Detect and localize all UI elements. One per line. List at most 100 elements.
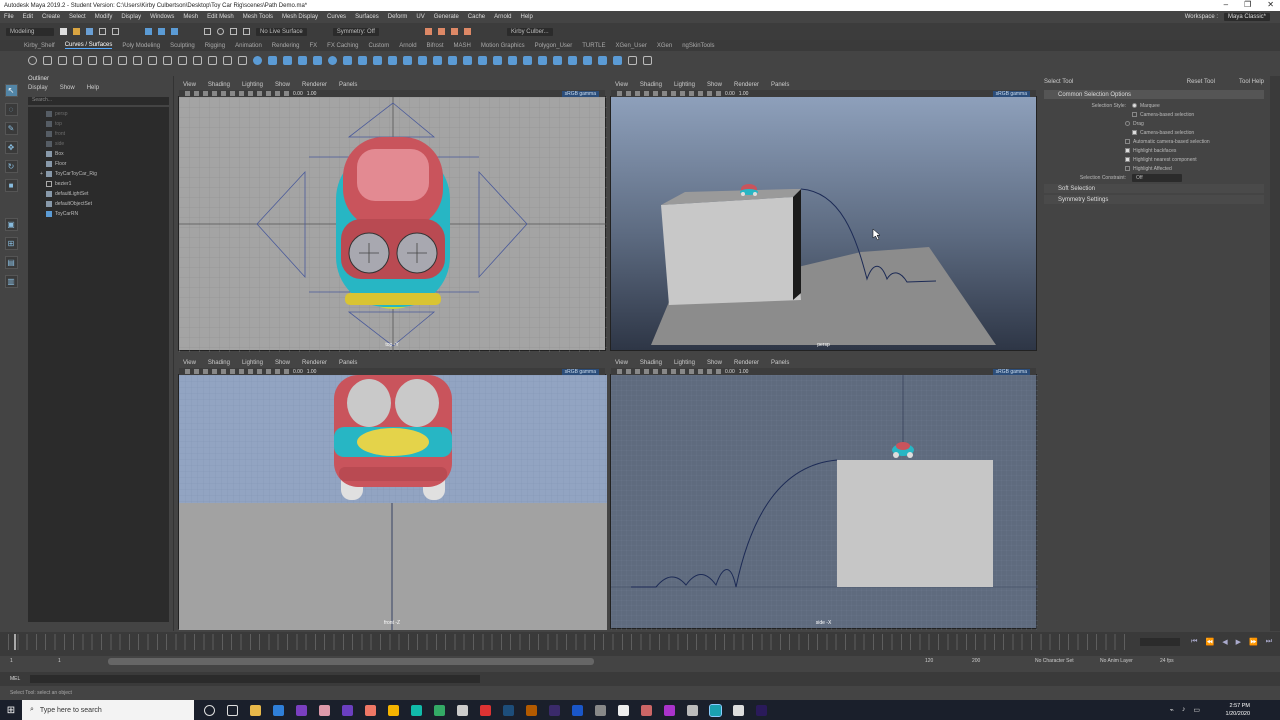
textured-icon[interactable] xyxy=(257,369,262,374)
vp-menu-view[interactable]: View xyxy=(615,82,628,90)
save-scene-icon[interactable] xyxy=(86,28,93,35)
rebuild-curve-icon[interactable] xyxy=(208,55,217,65)
square-surface-icon[interactable] xyxy=(448,55,457,65)
vp-menu-view[interactable]: View xyxy=(615,360,628,368)
snap-point-icon[interactable] xyxy=(230,28,237,35)
outliner-menu-help[interactable]: Help xyxy=(87,85,99,95)
xray-icon[interactable] xyxy=(716,91,721,96)
viewport-persp[interactable]: View Shading Lighting Show Renderer Pane… xyxy=(610,82,1037,351)
tool-help-button[interactable]: Tool Help xyxy=(1239,79,1264,85)
current-time-indicator[interactable] xyxy=(14,634,16,650)
ep-curve-icon[interactable] xyxy=(73,55,82,65)
wireframe-icon[interactable] xyxy=(671,369,676,374)
select-tool-icon[interactable]: ↖ xyxy=(4,84,18,97)
image-plane-icon[interactable] xyxy=(635,91,640,96)
outliner-search-input[interactable]: Search... xyxy=(28,97,169,105)
fps-dropdown[interactable]: 24 fps xyxy=(1160,658,1174,664)
app-icon[interactable] xyxy=(296,704,307,716)
vp-menu-renderer[interactable]: Renderer xyxy=(302,360,327,368)
shadows-icon[interactable] xyxy=(707,91,712,96)
resolution-gate-icon[interactable] xyxy=(230,91,235,96)
taskbar-search[interactable]: ⌕ Type here to search xyxy=(22,700,194,720)
shelf-tab-poly-modeling[interactable]: Poly Modeling xyxy=(122,43,160,49)
image-plane-icon[interactable] xyxy=(203,369,208,374)
snap-grid-icon[interactable] xyxy=(204,28,211,35)
app-icon[interactable] xyxy=(457,704,468,716)
loft-icon[interactable] xyxy=(358,55,367,65)
smooth-shade-icon[interactable] xyxy=(680,369,685,374)
step-forward-icon[interactable]: ⏩ xyxy=(1249,638,1258,646)
vp-menu-panels[interactable]: Panels xyxy=(771,82,789,90)
select-component-icon[interactable] xyxy=(171,28,178,35)
menu-edit-mesh[interactable]: Edit Mesh xyxy=(207,14,234,20)
image-plane-icon[interactable] xyxy=(203,91,208,96)
start-frame-field[interactable]: 1 xyxy=(10,658,13,664)
vp-menu-lighting[interactable]: Lighting xyxy=(242,82,263,90)
duplicate-curve-icon[interactable] xyxy=(643,55,652,65)
vp-menu-shading[interactable]: Shading xyxy=(208,82,230,90)
vp-menu-renderer[interactable]: Renderer xyxy=(734,360,759,368)
project-curve-icon[interactable] xyxy=(493,55,502,65)
revolve-icon[interactable] xyxy=(343,55,352,65)
nurbs-cone-icon[interactable] xyxy=(298,55,307,65)
app-icon[interactable] xyxy=(687,704,698,716)
image-plane-icon[interactable] xyxy=(635,369,640,374)
lights-icon[interactable] xyxy=(698,369,703,374)
nurbs-circle-icon[interactable] xyxy=(28,55,37,65)
minimize-button[interactable]: – xyxy=(1224,0,1228,9)
smooth-shade-icon[interactable] xyxy=(248,91,253,96)
app-icon[interactable] xyxy=(480,704,491,716)
wireframe-icon[interactable] xyxy=(239,369,244,374)
go-to-start-icon[interactable]: ⏮ xyxy=(1191,638,1197,646)
notification-icon[interactable]: ▭ xyxy=(1193,706,1200,714)
outliner-item-toycar-rig[interactable]: + ToyCarToyCar_Rig xyxy=(28,169,169,179)
shelf-tab-turtle[interactable]: TURTLE xyxy=(582,43,605,49)
xray-icon[interactable] xyxy=(716,369,721,374)
current-frame-field[interactable] xyxy=(1140,638,1180,646)
select-object-icon[interactable] xyxy=(158,28,165,35)
viewport-side[interactable]: View Shading Lighting Show Renderer Pane… xyxy=(610,360,1038,630)
film-gate-icon[interactable] xyxy=(653,369,658,374)
bookmark-icon[interactable] xyxy=(194,91,199,96)
color-space-dropdown[interactable]: sRGB gamma xyxy=(992,368,1030,375)
camera-based-checkbox-2[interactable] xyxy=(1132,130,1137,135)
resolution-gate-icon[interactable] xyxy=(662,369,667,374)
menu-set-dropdown[interactable]: Modeling xyxy=(6,27,54,36)
shelf-tab-polygon-user[interactable]: Polygon_User xyxy=(535,43,573,49)
textured-icon[interactable] xyxy=(689,369,694,374)
four-view-icon[interactable]: ⊞ xyxy=(4,237,18,250)
grid-icon[interactable] xyxy=(212,91,217,96)
color-space-dropdown[interactable]: sRGB gamma xyxy=(561,368,599,375)
vp-menu-show[interactable]: Show xyxy=(275,82,290,90)
expand-icon[interactable]: + xyxy=(40,171,43,177)
lights-icon[interactable] xyxy=(266,369,271,374)
toy-car-front[interactable] xyxy=(334,375,452,500)
mel-input[interactable] xyxy=(30,675,480,683)
film-gate-icon[interactable] xyxy=(653,91,658,96)
range-slider[interactable] xyxy=(108,658,594,665)
app-icon[interactable] xyxy=(733,704,744,716)
insert-knot-icon[interactable] xyxy=(163,55,172,65)
birail-icon[interactable] xyxy=(403,55,412,65)
gamma-value[interactable]: 1.00 xyxy=(307,369,317,375)
app-icon[interactable] xyxy=(342,704,353,716)
volume-icon[interactable]: ♪ xyxy=(1182,706,1186,714)
gamma-value[interactable]: 1.00 xyxy=(739,91,749,97)
smooth-shade-icon[interactable] xyxy=(248,369,253,374)
camera-attr-icon[interactable] xyxy=(617,91,622,96)
gamma-value[interactable]: 1.00 xyxy=(739,369,749,375)
live-surface-field[interactable]: No Live Surface xyxy=(256,27,307,36)
shelf-tab-kirby[interactable]: Kirby_Shelf xyxy=(24,43,55,49)
app-icon[interactable] xyxy=(641,704,652,716)
range-end-field[interactable]: 120 xyxy=(925,658,933,664)
menu-cache[interactable]: Cache xyxy=(468,14,485,20)
untrim-icon[interactable] xyxy=(538,55,547,65)
bevel-plus-icon[interactable] xyxy=(418,55,427,65)
menu-surfaces[interactable]: Surfaces xyxy=(355,14,379,20)
paint-select-icon[interactable]: ✎ xyxy=(4,122,18,135)
snap-curve-icon[interactable] xyxy=(217,28,224,35)
photoshop-icon[interactable] xyxy=(503,704,514,716)
shadows-icon[interactable] xyxy=(275,369,280,374)
drag-radio[interactable] xyxy=(1125,121,1130,126)
toy-car-top[interactable] xyxy=(336,137,450,309)
